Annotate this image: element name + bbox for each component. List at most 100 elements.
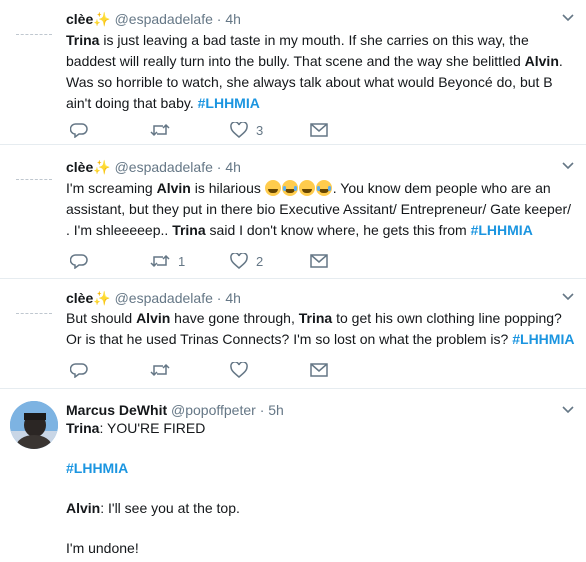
tweet[interactable]: Marcus DeWhit @popoffpeter · 5h Trina: Y… <box>0 389 586 562</box>
text-segment: is just leaving a bad taste in my mouth.… <box>66 32 529 69</box>
hashtag-link[interactable]: #LHHMIA <box>198 95 260 111</box>
like-button[interactable] <box>230 360 256 380</box>
retweet-button[interactable] <box>150 360 178 380</box>
reply-button[interactable] <box>70 251 96 271</box>
tweet-actions: 3 <box>66 120 366 140</box>
tweet-text: But should Alvin have gone through, Trin… <box>66 308 576 350</box>
envelope-icon <box>310 123 328 137</box>
timestamp[interactable]: 4h <box>225 159 241 175</box>
tweet-line: Trina: YOU'RE FIRED <box>66 418 576 439</box>
text-segment: I'm undone! <box>66 540 139 556</box>
sparkle-emoji: ✨ <box>93 159 111 175</box>
tweet-text: Trina is just leaving a bad taste in my … <box>66 30 576 114</box>
direct-message-button[interactable] <box>310 251 328 271</box>
text-segment: is hilarious <box>190 180 265 196</box>
separator-dot: · <box>216 11 222 27</box>
direct-message-button[interactable] <box>310 360 328 380</box>
text-segment: have gone through, <box>170 310 299 326</box>
reply-button[interactable] <box>70 360 96 380</box>
person-photo-icon <box>10 401 58 449</box>
timestamp[interactable]: 4h <box>225 11 241 27</box>
envelope-icon <box>310 254 328 268</box>
like-count: 3 <box>256 122 264 138</box>
chevron-down-icon[interactable] <box>562 14 574 22</box>
separator-dot: · <box>216 159 222 175</box>
hashtag-link[interactable]: #LHHMIA <box>66 460 128 476</box>
tweet-text: I'm screaming Alvin is hilarious . You k… <box>66 178 576 241</box>
tweet-header: Marcus DeWhit @popoffpeter · 5h <box>66 401 284 419</box>
user-handle[interactable]: @espadadelafe <box>115 11 213 27</box>
retweet-button[interactable]: 1 <box>150 251 185 271</box>
tweet-actions <box>66 360 366 380</box>
direct-message-button[interactable] <box>310 120 328 140</box>
avatar[interactable] <box>10 159 58 207</box>
display-name[interactable]: Marcus DeWhit <box>66 402 167 418</box>
timestamp[interactable]: 4h <box>225 290 241 306</box>
bold-name: Alvin <box>156 180 191 196</box>
reply-icon <box>70 123 88 138</box>
sparkle-emoji: ✨ <box>93 11 111 27</box>
user-handle[interactable]: @espadadelafe <box>115 159 213 175</box>
reply-button[interactable] <box>70 120 96 140</box>
user-handle[interactable]: @espadadelafe <box>115 290 213 306</box>
retweet-icon <box>150 123 170 137</box>
profile-photo <box>10 401 58 449</box>
tweet-header: clèe✨ @espadadelafe · 4h <box>66 158 241 176</box>
text-segment: : YOU'RE FIRED <box>99 420 206 436</box>
like-button[interactable]: 3 <box>230 120 263 140</box>
separator-dot: · <box>216 290 222 306</box>
tweet[interactable]: clèe✨ @espadadelafe · 4h I'm screaming A… <box>0 145 586 279</box>
envelope-icon <box>310 363 328 377</box>
retweet-count: 1 <box>178 253 186 269</box>
hashtag-link[interactable]: #LHHMIA <box>471 222 533 238</box>
reply-icon <box>70 363 88 378</box>
avatar[interactable] <box>10 401 58 449</box>
tweet-line: #LHHMIA <box>66 458 576 479</box>
text-segment: : I'll see you at the top. <box>100 500 240 516</box>
bold-name: Alvin <box>524 53 559 69</box>
display-name[interactable]: clèe <box>66 290 93 306</box>
tweet[interactable]: clèe✨ @espadadelafe · 4h But should Alvi… <box>0 279 586 389</box>
bold-name: Trina <box>66 420 100 436</box>
reply-icon <box>70 254 88 269</box>
text-segment: But should <box>66 310 137 326</box>
display-name[interactable]: clèe <box>66 159 93 175</box>
tweet-line: Alvin: I'll see you at the top. <box>66 498 576 519</box>
tweet[interactable]: clèe✨ @espadadelafe · 4h Trina is just l… <box>0 0 586 145</box>
tweet-line: I'm undone! <box>66 538 576 559</box>
text-segment: said I don't know where, he gets this fr… <box>205 222 471 238</box>
chevron-down-icon[interactable] <box>562 293 574 301</box>
heart-icon <box>230 122 248 138</box>
avatar[interactable] <box>10 293 58 341</box>
bold-name: Trina <box>298 310 333 326</box>
hashtag-link[interactable]: #LHHMIA <box>512 331 574 347</box>
tears-of-joy-emoji <box>281 180 298 196</box>
timestamp[interactable]: 5h <box>268 402 284 418</box>
separator-dot: · <box>259 402 265 418</box>
bold-name: Trina <box>172 222 206 238</box>
heart-icon <box>230 253 248 269</box>
bold-name: Trina <box>66 32 100 48</box>
tweet-header: clèe✨ @espadadelafe · 4h <box>66 289 241 307</box>
like-count: 2 <box>256 253 264 269</box>
like-button[interactable]: 2 <box>230 251 263 271</box>
chevron-down-icon[interactable] <box>562 406 574 414</box>
heart-icon <box>230 362 248 378</box>
user-handle[interactable]: @popoffpeter <box>171 402 256 418</box>
tweet-header: clèe✨ @espadadelafe · 4h <box>66 10 241 28</box>
bold-name: Alvin <box>66 500 101 516</box>
retweet-icon <box>150 363 170 377</box>
chevron-down-icon[interactable] <box>562 162 574 170</box>
retweet-icon <box>150 254 170 268</box>
display-name[interactable]: clèe <box>66 11 93 27</box>
tweet-actions: 1 2 <box>66 251 366 271</box>
bold-name: Alvin <box>136 310 171 326</box>
sparkle-emoji: ✨ <box>93 290 111 306</box>
avatar[interactable] <box>10 14 58 62</box>
retweet-button[interactable] <box>150 120 178 140</box>
tweet-text: Trina: YOU'RE FIRED #LHHMIA Alvin: I'll se… <box>66 418 576 559</box>
text-segment: I'm screaming <box>66 180 157 196</box>
grinning-sweat-emoji <box>298 180 315 196</box>
tears-of-joy-emoji <box>315 180 332 196</box>
grinning-sweat-emoji <box>264 180 281 196</box>
